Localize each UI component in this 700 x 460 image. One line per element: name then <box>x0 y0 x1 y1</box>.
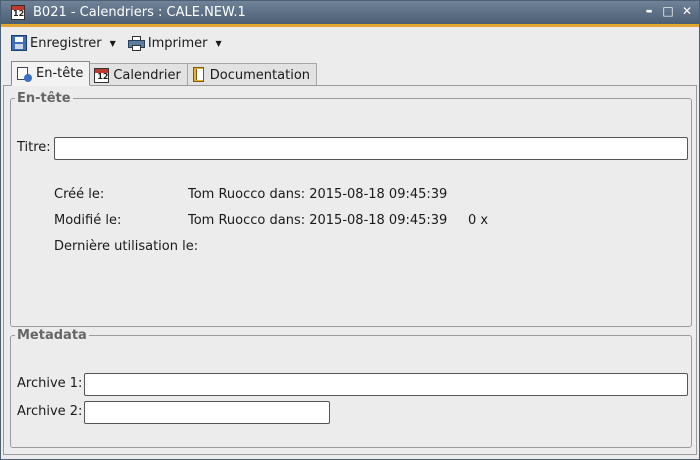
tab-label: Calendrier <box>113 67 181 83</box>
window-title: B021 - Calendriers : CALE.NEW.1 <box>33 5 246 20</box>
book-icon <box>192 67 206 83</box>
tab-content-panel: En-tête Titre: Créé le: Tom Ruocco dans:… <box>3 85 697 455</box>
minimize-icon[interactable]: ▬ <box>643 4 655 18</box>
archive2-label: Archive 2: <box>17 404 83 419</box>
tab-bar: En-tête 12 Calendrier Documentation <box>11 61 318 86</box>
print-dropdown-caret-icon[interactable]: ▼ <box>216 39 222 48</box>
header-group-legend: En-tête <box>17 91 71 106</box>
save-label: Enregistrer <box>30 35 102 51</box>
header-group: En-tête <box>10 91 692 327</box>
printer-icon <box>127 35 145 51</box>
modified-count: 0 x <box>468 213 489 228</box>
tab-documentation[interactable]: Documentation <box>186 63 318 86</box>
print-label: Imprimer <box>147 35 208 51</box>
archive1-label: Archive 1: <box>17 376 83 391</box>
title-label: Titre: <box>17 140 51 155</box>
last-used-label: Dernière utilisation le: <box>54 239 199 254</box>
archive2-input[interactable] <box>84 401 330 424</box>
floppy-disk-icon <box>11 35 27 51</box>
header-doc-icon <box>16 66 32 82</box>
calendar-icon: 12 <box>94 67 110 83</box>
calendar-app-icon: 12 <box>11 5 25 20</box>
window-controls: ▬ □ ✕ <box>643 4 693 18</box>
title-input[interactable] <box>54 137 688 160</box>
modified-label: Modifié le: <box>54 213 122 228</box>
print-button[interactable]: Imprimer ▼ <box>127 31 222 55</box>
modified-value: Tom Ruocco dans: 2015-08-18 09:45:39 <box>188 213 448 228</box>
close-icon[interactable]: ✕ <box>681 4 693 18</box>
toolbar: Enregistrer ▼ Imprimer ▼ <box>1 27 699 59</box>
save-dropdown-caret-icon[interactable]: ▼ <box>110 39 116 48</box>
title-bar[interactable]: 12 B021 - Calendriers : CALE.NEW.1 ▬ □ ✕ <box>1 1 699 24</box>
metadata-group-legend: Metadata <box>17 328 87 343</box>
tab-label: Documentation <box>209 67 311 83</box>
tab-en-tete[interactable]: En-tête <box>11 61 91 86</box>
save-button[interactable]: Enregistrer ▼ <box>11 31 116 55</box>
created-value: Tom Ruocco dans: 2015-08-18 09:45:39 <box>188 187 448 202</box>
tab-label: En-tête <box>36 66 84 81</box>
archive1-input[interactable] <box>84 373 688 396</box>
created-label: Créé le: <box>54 187 105 202</box>
maximize-icon[interactable]: □ <box>662 4 674 18</box>
calendar-window: 12 B021 - Calendriers : CALE.NEW.1 ▬ □ ✕… <box>0 0 700 460</box>
tab-calendrier[interactable]: 12 Calendrier <box>89 63 188 86</box>
